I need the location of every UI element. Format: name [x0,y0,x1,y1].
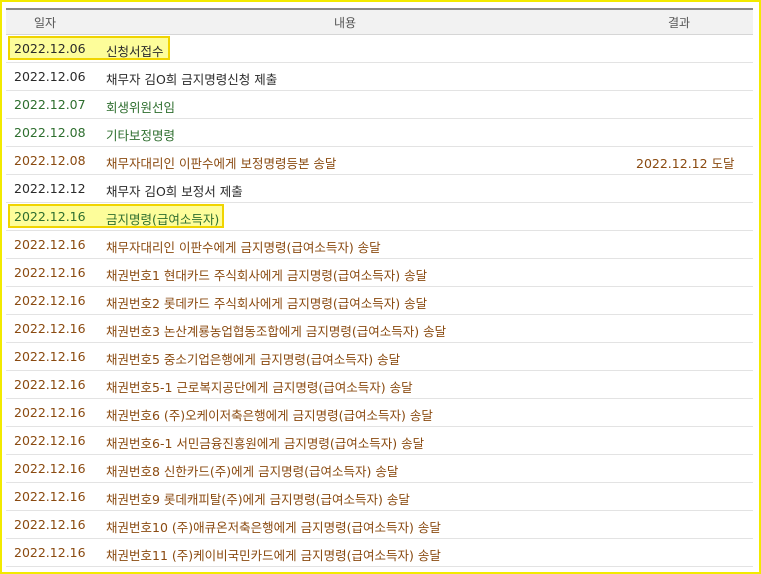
row-date: 2022.12.16 [14,293,86,308]
column-header-result: 결과 [668,16,691,30]
row-content: 채권번호5-1 근로복지공단에게 금지명령(급여소득자) 송달 [106,380,413,395]
row-date: 2022.12.16 [14,517,86,532]
row-date: 2022.12.16 [14,433,86,448]
row-content: 채권번호2 롯데카드 주식회사에게 금지명령(급여소득자) 송달 [106,296,428,311]
row-result: 2022.12.12 도달 [636,156,735,171]
row-date: 2022.12.07 [14,97,86,112]
row-date: 2022.12.16 [14,237,86,252]
row-content: 채권번호10 (주)애큐온저축은행에게 금지명령(급여소득자) 송달 [106,520,441,535]
row-date: 2022.12.08 [14,125,86,140]
row-content: 채권번호6 (주)오케이저축은행에게 금지명령(급여소득자) 송달 [106,408,433,423]
column-header-content: 내용 [334,16,357,30]
table-row: 2022.12.16 채권번호6-1 서민금융진흥원에게 금지명령(급여소득자) … [6,427,753,455]
row-date: 2022.12.16 [14,265,86,280]
row-content: 신청서접수 [106,44,164,59]
table-row: 2022.12.16 채권번호10 (주)애큐온저축은행에게 금지명령(급여소득자… [6,511,753,539]
row-content: 채권번호6-1 서민금융진흥원에게 금지명령(급여소득자) 송달 [106,436,425,451]
table-row: 2022.12.16 채권번호11 (주)케이비국민카드에게 금지명령(급여소득자… [6,539,753,567]
row-date: 2022.12.16 [14,209,86,224]
row-date: 2022.12.06 [14,41,86,56]
table-row: 2022.12.08 기타보정명령 [6,119,753,147]
table-row: 2022.12.16 채권번호5 중소기업은행에게 금지명령(급여소득자) 송달 [6,343,753,371]
table-row: 2022.12.16 채권번호1 현대카드 주식회사에게 금지명령(급여소득자) … [6,259,753,287]
row-date: 2022.12.16 [14,545,86,560]
row-content: 금지명령(급여소득자) [106,212,220,227]
row-content: 채무자 김O희 보정서 제출 [106,184,243,199]
row-date: 2022.12.16 [14,321,86,336]
table-row: 2022.12.16 채권번호3 논산계룡농업협동조합에게 금지명령(급여소득자)… [6,315,753,343]
table-row: 2022.12.08 채무자대리인 이판수에게 보정명령등본 송달 2022.12.… [6,147,753,175]
table-row: 2022.12.16 채권번호9 롯데캐피탈(주)에게 금지명령(급여소득자) 송… [6,483,753,511]
table-row: 2022.12.16 채권번호8 신한카드(주)에게 금지명령(급여소득자) 송달 [6,455,753,483]
row-date: 2022.12.12 [14,181,86,196]
table-row: 2022.12.16 채권번호2 롯데카드 주식회사에게 금지명령(급여소득자) … [6,287,753,315]
case-history-table: 일자 내용 결과 2022.12.06 신청서접수 2022.12.06 채무자 김O… [6,8,753,567]
row-content: 채권번호11 (주)케이비국민카드에게 금지명령(급여소득자) 송달 [106,548,441,563]
table-row: 2022.12.06 채무자 김O희 금지명령신청 제출 [6,63,753,91]
row-content: 채권번호5 중소기업은행에게 금지명령(급여소득자) 송달 [106,352,401,367]
table-row: 2022.12.16 채권번호5-1 근로복지공단에게 금지명령(급여소득자) 송… [6,371,753,399]
row-content: 회생위원선임 [106,100,176,115]
row-date: 2022.12.08 [14,153,86,168]
table-body: 2022.12.06 신청서접수 2022.12.06 채무자 김O희 금지명령신청 … [6,35,753,567]
table-row: 2022.12.12 채무자 김O희 보정서 제출 [6,175,753,203]
row-content: 채무자대리인 이판수에게 보정명령등본 송달 [106,156,337,171]
row-content: 채권번호9 롯데캐피탈(주)에게 금지명령(급여소득자) 송달 [106,492,410,507]
row-content: 채무자대리인 이판수에게 금지명령(급여소득자) 송달 [106,240,381,255]
table-row: 2022.12.06 신청서접수 [6,35,753,63]
row-date: 2022.12.16 [14,461,86,476]
column-header-date: 일자 [34,16,57,30]
table-row: 2022.12.16 금지명령(급여소득자) [6,203,753,231]
row-content: 채무자 김O희 금지명령신청 제출 [106,72,278,87]
row-date: 2022.12.06 [14,69,86,84]
row-content: 채권번호8 신한카드(주)에게 금지명령(급여소득자) 송달 [106,464,399,479]
row-date: 2022.12.16 [14,349,86,364]
table-row: 2022.12.16 채권번호6 (주)오케이저축은행에게 금지명령(급여소득자)… [6,399,753,427]
row-date: 2022.12.16 [14,489,86,504]
row-date: 2022.12.16 [14,377,86,392]
row-date: 2022.12.16 [14,405,86,420]
row-content: 채권번호1 현대카드 주식회사에게 금지명령(급여소득자) 송달 [106,268,428,283]
table-row: 2022.12.07 회생위원선임 [6,91,753,119]
table-header: 일자 내용 결과 [6,10,753,35]
row-content: 채권번호3 논산계룡농업협동조합에게 금지명령(급여소득자) 송달 [106,324,447,339]
table-row: 2022.12.16 채무자대리인 이판수에게 금지명령(급여소득자) 송달 [6,231,753,259]
row-content: 기타보정명령 [106,128,176,143]
